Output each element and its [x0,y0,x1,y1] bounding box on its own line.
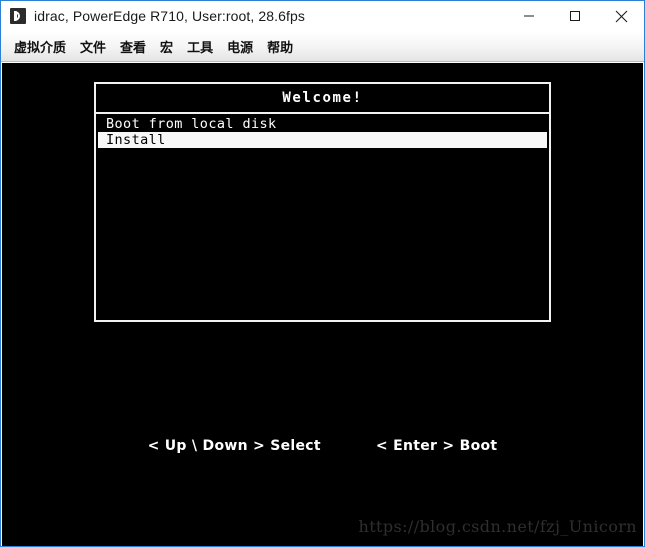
close-icon [615,10,627,22]
menu-item-power[interactable]: 电源 [220,35,260,58]
menu-item-view[interactable]: 查看 [113,35,153,58]
title-bar: idrac, PowerEdge R710, User:root, 28.6fp… [1,1,644,31]
remote-console-screen[interactable]: Welcome! Boot from local disk Install < … [2,63,643,546]
boot-menu-hints: < Up \ Down > Select < Enter > Boot [2,438,643,454]
hint-boot: < Enter > Boot [375,438,498,454]
boot-menu-item-install[interactable]: Install [98,132,547,148]
maximize-icon [570,11,580,21]
application-window: idrac, PowerEdge R710, User:root, 28.6fp… [0,0,645,547]
close-button[interactable] [598,1,644,31]
menu-item-tools[interactable]: 工具 [180,35,220,58]
maximize-button[interactable] [552,1,598,31]
menu-item-virtual-media[interactable]: 虚拟介质 [7,35,73,58]
boot-menu-dialog: Welcome! Boot from local disk Install [94,82,551,322]
watermark-text: https://blog.csdn.net/fzj_Unicorn [358,517,637,536]
menu-item-file[interactable]: 文件 [73,35,113,58]
minimize-button[interactable] [506,1,552,31]
hint-select: < Up \ Down > Select [147,438,321,454]
boot-menu-dialog-titlebar: Welcome! [96,84,549,114]
window-title: idrac, PowerEdge R710, User:root, 28.6fp… [34,8,306,24]
boot-menu-title: Welcome! [282,90,363,106]
menu-item-help[interactable]: 帮助 [260,35,300,58]
menu-item-macro[interactable]: 宏 [153,35,180,58]
menu-bar: 虚拟介质 文件 查看 宏 工具 电源 帮助 [1,31,644,62]
minimize-icon [524,15,534,17]
idrac-app-icon [10,8,26,24]
boot-menu-item-local-disk[interactable]: Boot from local disk [96,116,549,132]
boot-menu-list: Boot from local disk Install [96,114,549,148]
window-controls [506,1,644,31]
